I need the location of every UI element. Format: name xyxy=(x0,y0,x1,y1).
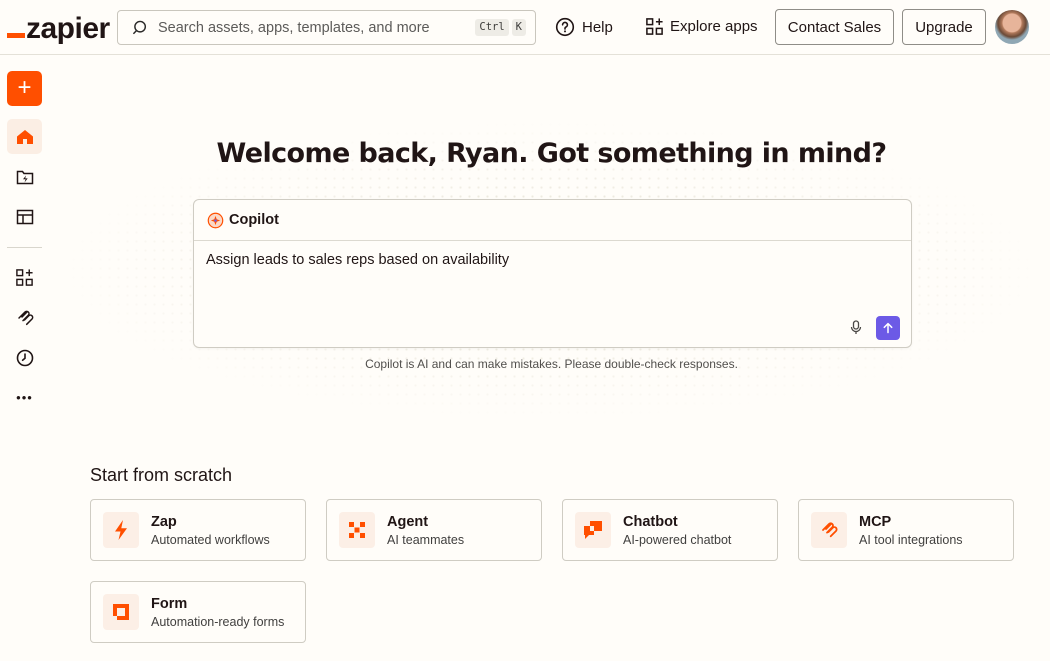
page-title: Welcome back, Ryan. Got something in min… xyxy=(216,138,888,169)
card-subtitle: Automated workflows xyxy=(151,533,270,547)
section-title: Start from scratch xyxy=(90,465,233,485)
logo-dash xyxy=(7,33,25,38)
card-title: MCP xyxy=(859,514,892,530)
create-chatbot-card[interactable]: Chatbot AI-powered chatbot xyxy=(562,499,778,561)
sidebar-item-tables[interactable] xyxy=(7,199,42,234)
card-title: Agent xyxy=(387,514,429,530)
copilot-title: Copilot xyxy=(229,212,279,228)
explore-apps-label: Explore apps xyxy=(670,18,758,35)
form-icon xyxy=(103,594,139,630)
agent-icon xyxy=(339,512,375,548)
mcp-icon xyxy=(811,512,847,548)
help-icon xyxy=(555,17,575,37)
shortcut-hint: Ctrl K xyxy=(475,19,526,36)
copilot-header: Copilot xyxy=(194,200,911,241)
send-button[interactable] xyxy=(876,316,900,340)
top-bar: zapier Ctrl K Help Explore apps Contac xyxy=(0,0,1050,55)
zapier-logo[interactable]: zapier xyxy=(7,10,110,44)
upgrade-button[interactable]: Upgrade xyxy=(902,9,986,45)
create-button[interactable]: + xyxy=(7,71,42,106)
contact-sales-button[interactable]: Contact Sales xyxy=(775,9,894,45)
search-input[interactable] xyxy=(158,19,468,36)
microphone-icon[interactable] xyxy=(850,320,862,335)
create-zap-card[interactable]: Zap Automated workflows xyxy=(90,499,306,561)
help-button[interactable]: Help xyxy=(555,17,613,37)
card-title: Zap xyxy=(151,514,177,530)
copilot-icon xyxy=(207,212,224,228)
arrow-up-icon xyxy=(883,322,893,334)
card-subtitle: AI-powered chatbot xyxy=(623,533,732,547)
card-subtitle: AI tool integrations xyxy=(859,533,963,547)
apps-grid-icon xyxy=(646,18,663,35)
chatbot-icon xyxy=(575,512,611,548)
card-title: Chatbot xyxy=(623,514,678,530)
zap-folder-icon xyxy=(16,170,33,184)
copilot-prompt-input[interactable]: Assign leads to sales reps based on avai… xyxy=(206,252,509,268)
search-bar[interactable]: Ctrl K xyxy=(117,10,536,45)
explore-apps-button[interactable]: Explore apps xyxy=(645,17,758,36)
sidebar-divider xyxy=(7,247,42,248)
zap-bolt-icon xyxy=(103,512,139,548)
logo-text: zapier xyxy=(26,12,110,45)
card-subtitle: Automation-ready forms xyxy=(151,615,285,629)
help-label: Help xyxy=(582,18,613,36)
search-icon xyxy=(133,20,147,34)
user-avatar[interactable] xyxy=(995,10,1029,44)
sidebar-item-mcp[interactable] xyxy=(7,300,42,335)
create-form-card[interactable]: Form Automation-ready forms xyxy=(90,581,306,643)
apps-grid-icon xyxy=(16,269,33,286)
tables-icon xyxy=(16,209,33,224)
mcp-icon xyxy=(17,310,33,325)
card-title: Form xyxy=(151,596,188,612)
more-dots-icon: ••• xyxy=(16,390,33,405)
sidebar-item-more[interactable]: ••• xyxy=(7,380,42,415)
create-agent-card[interactable]: Agent AI teammates xyxy=(326,499,542,561)
card-subtitle: AI teammates xyxy=(387,533,465,547)
copilot-card[interactable]: Copilot Assign leads to sales reps based… xyxy=(193,199,912,348)
create-mcp-card[interactable]: MCP AI tool integrations xyxy=(798,499,1014,561)
shortcut-key-ctrl: Ctrl xyxy=(475,19,509,36)
copilot-disclaimer: Copilot is AI and can make mistakes. Ple… xyxy=(365,357,738,371)
shortcut-key-k: K xyxy=(511,19,526,36)
sidebar-item-apps[interactable] xyxy=(7,260,42,295)
